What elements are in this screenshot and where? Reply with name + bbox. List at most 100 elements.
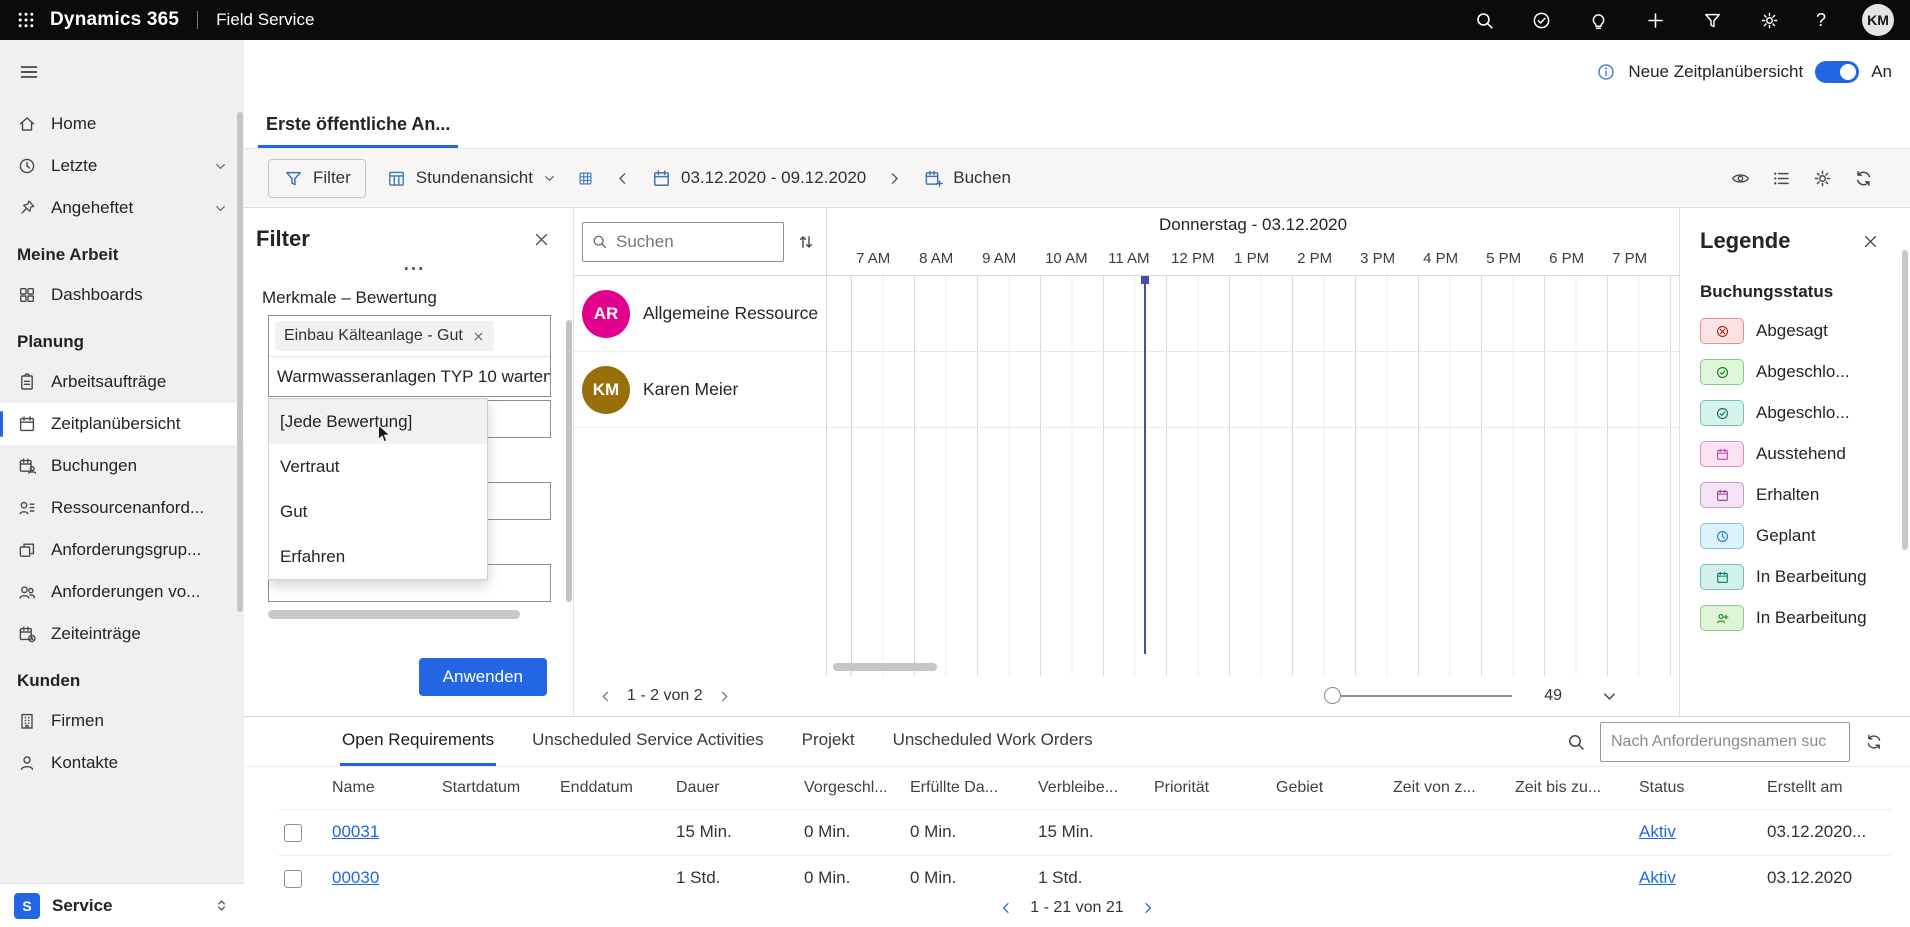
column-header[interactable]: Enddatum (554, 767, 670, 809)
pager-next-icon[interactable] (717, 689, 732, 704)
zoom-slider[interactable] (1332, 695, 1512, 697)
sidebar-item[interactable]: Home (0, 103, 244, 145)
filter-overflow-button[interactable]: ... (278, 254, 551, 276)
filter-vertical-scrollbar[interactable] (566, 320, 572, 602)
status-color-chip (1700, 359, 1744, 385)
previous-period-button[interactable] (614, 170, 631, 187)
status-link[interactable]: Aktiv (1639, 822, 1676, 841)
chevron-down-icon[interactable] (213, 159, 228, 174)
dropdown-option[interactable]: Gut (269, 489, 487, 534)
row-checkbox[interactable] (284, 870, 302, 888)
column-header[interactable]: Priorität (1148, 767, 1270, 809)
requirements-tab[interactable]: Unscheduled Service Activities (530, 717, 766, 766)
sidebar-item[interactable]: Angeheftet (0, 187, 244, 229)
sidebar-item[interactable]: Ressourcenanford... (0, 487, 244, 529)
requirements-tab[interactable]: Unscheduled Work Orders (891, 717, 1095, 766)
close-filter-icon[interactable] (532, 230, 551, 249)
sidebar-item[interactable]: Zeiteinträge (0, 613, 244, 655)
sidebar-item[interactable]: Kontakte (0, 742, 244, 784)
board-settings-button[interactable] (1812, 168, 1833, 189)
pager-previous-icon[interactable] (998, 900, 1014, 916)
zoom-slider-knob[interactable] (1324, 687, 1341, 704)
column-header[interactable]: Dauer (670, 767, 798, 809)
column-header[interactable]: Status (1633, 767, 1761, 809)
requirements-tab[interactable]: Projekt (800, 717, 857, 766)
pager-next-icon[interactable] (1140, 900, 1156, 916)
view-mode-dropdown[interactable]: Stundenansicht (386, 168, 557, 189)
date-range-picker[interactable]: 03.12.2020 - 09.12.2020 (651, 168, 866, 189)
sidebar-item[interactable]: Arbeitsaufträge (0, 361, 244, 403)
sidebar-item[interactable]: Dashboards (0, 274, 244, 316)
dropdown-option[interactable]: Vertraut (269, 444, 487, 489)
details-pane-button[interactable] (1771, 168, 1792, 189)
booking-grid[interactable] (827, 276, 1679, 676)
sort-resources-icon[interactable] (796, 232, 816, 252)
sidebar-item[interactable]: Zeitplanübersicht (0, 403, 244, 445)
main-area: Neue Zeitplanübersicht An Erste öffentli… (244, 40, 1910, 927)
next-period-button[interactable] (886, 170, 903, 187)
close-legend-icon[interactable] (1861, 232, 1880, 251)
filter-funnel-icon[interactable] (1702, 10, 1723, 31)
sidebar-item[interactable]: Anforderungen vo... (0, 571, 244, 613)
requirement-name-link[interactable]: 00031 (332, 822, 379, 841)
refresh-icon[interactable] (1864, 732, 1884, 752)
app-name[interactable]: Field Service (216, 10, 314, 30)
legend-scrollbar[interactable] (1902, 250, 1908, 550)
hamburger-menu-icon[interactable] (18, 61, 40, 83)
grid-view-button[interactable] (577, 170, 594, 187)
area-switcher[interactable]: S Service (0, 883, 244, 927)
help-icon[interactable]: ? (1816, 10, 1826, 31)
table-row[interactable]: 00031 15 Min. 0 Min. 0 Min. 15 Min. (278, 809, 1891, 855)
status-link[interactable]: Aktiv (1639, 868, 1676, 887)
resource-search-box[interactable] (582, 222, 784, 262)
sidebar-scrollbar[interactable] (237, 112, 243, 612)
pager-previous-icon[interactable] (598, 689, 613, 704)
column-header[interactable]: Zeit bis zu... (1509, 767, 1633, 809)
column-header[interactable]: Zeit von z... (1387, 767, 1509, 809)
resource-grid-row[interactable] (827, 352, 1679, 428)
chevron-up-down-icon[interactable] (213, 897, 230, 914)
checklist-icon[interactable] (1531, 10, 1552, 31)
resource-row[interactable]: AR Allgemeine Ressource (574, 276, 826, 352)
new-schedule-board-toggle[interactable] (1815, 61, 1859, 83)
cell (554, 809, 670, 855)
app-launcher-icon[interactable] (16, 10, 36, 30)
column-header[interactable]: Startdatum (436, 767, 554, 809)
column-header[interactable]: Name (326, 767, 436, 809)
requirements-search-input[interactable] (1600, 722, 1850, 762)
chevron-down-icon[interactable] (213, 201, 228, 216)
sidebar-item[interactable]: Anforderungsgrup... (0, 529, 244, 571)
column-header[interactable]: Erfüllte Da... (904, 767, 1032, 809)
book-button[interactable]: Buchen (923, 168, 1011, 189)
column-header[interactable]: Verbleibe... (1032, 767, 1148, 809)
settings-gear-icon[interactable] (1759, 10, 1780, 31)
search-icon[interactable] (1566, 732, 1586, 752)
sidebar-item[interactable]: Letzte (0, 145, 244, 187)
lightbulb-icon[interactable] (1588, 10, 1609, 31)
filter-button[interactable]: Filter (268, 159, 366, 198)
column-header[interactable]: Erstellt am (1761, 767, 1891, 809)
search-icon[interactable] (1474, 10, 1495, 31)
sidebar-item[interactable]: Buchungen (0, 445, 244, 487)
column-header[interactable]: Gebiet (1270, 767, 1387, 809)
characteristic-rating-multiselect[interactable]: Einbau Kälteanlage - Gut Warmwasseranlag… (268, 315, 551, 397)
grid-horizontal-scrollbar[interactable] (833, 663, 937, 671)
collapse-panel-icon[interactable] (1600, 687, 1619, 706)
requirements-tab[interactable]: Open Requirements (340, 717, 496, 766)
plus-icon[interactable] (1645, 10, 1666, 31)
view-visibility-button[interactable] (1730, 168, 1751, 189)
requirement-name-link[interactable]: 00030 (332, 868, 379, 887)
filter-horizontal-scrollbar[interactable] (268, 610, 520, 619)
remove-chip-icon[interactable] (472, 330, 485, 343)
tab-erste-oeffentliche-ansicht[interactable]: Erste öffentliche An... (258, 114, 458, 148)
apply-button[interactable]: Anwenden (419, 658, 547, 696)
refresh-button[interactable] (1853, 168, 1874, 189)
dropdown-option[interactable]: Erfahren (269, 534, 487, 579)
column-header[interactable]: Vorgeschl... (798, 767, 904, 809)
row-checkbox[interactable] (284, 824, 302, 842)
resource-grid-row[interactable] (827, 276, 1679, 352)
resource-search-input[interactable] (616, 232, 775, 252)
user-avatar[interactable]: KM (1862, 4, 1894, 36)
resource-row[interactable]: KM Karen Meier (574, 352, 826, 428)
sidebar-item[interactable]: Firmen (0, 700, 244, 742)
